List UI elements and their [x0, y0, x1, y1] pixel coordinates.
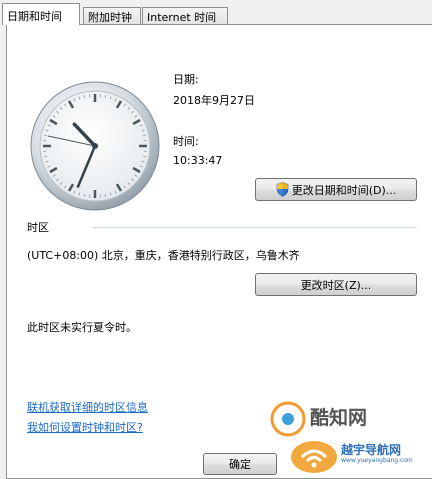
minute-tick	[142, 134, 146, 137]
minute-tick	[44, 155, 48, 158]
change-timezone-button[interactable]: 更改时区(Z)...	[255, 273, 417, 296]
timezone-heading: 时区	[27, 221, 49, 234]
uac-shield-icon	[276, 182, 289, 197]
online-timezone-info-link[interactable]: 联机获取详细的时区信息	[27, 399, 148, 415]
minute-tick	[142, 155, 146, 158]
minute-tick	[83, 193, 86, 197]
change-timezone-label: 更改时区(Z)...	[300, 278, 372, 292]
minute-tick	[104, 193, 107, 197]
time-value: 10:33:47	[173, 154, 223, 167]
minute-tick	[83, 95, 86, 99]
date-time-panel: 日期: 2018年9月27日 时间: 10:33:47 更改日期和时间(D)..…	[6, 24, 432, 479]
timezone-separator	[93, 227, 417, 228]
minute-tick	[44, 134, 48, 137]
watermark-site-cn: 越宇导航网	[341, 443, 402, 457]
dst-note: 此时区未实行夏令时。	[27, 321, 137, 334]
tab-date-time[interactable]: 日期和时间	[2, 3, 80, 25]
date-value: 2018年9月27日	[173, 94, 255, 107]
ok-label: 确定	[229, 458, 251, 471]
date-label: 日期:	[173, 73, 199, 86]
wifi-logo-icon	[291, 441, 337, 473]
analog-clock	[30, 81, 160, 211]
minute-tick	[104, 95, 107, 99]
how-to-set-clock-link[interactable]: 我如何设置时钟和时区?	[27, 419, 143, 435]
change-date-time-label: 更改日期和时间(D)...	[291, 183, 397, 197]
timezone-value: (UTC+08:00) 北京，重庆，香港特别行政区，乌鲁木齐	[27, 249, 300, 262]
watermark-brand: 酷知网	[310, 407, 368, 429]
tab-internet-time[interactable]: Internet 时间	[142, 7, 228, 24]
watermark-site-url: www.yueyangbang.com	[341, 457, 413, 464]
time-label: 时间:	[173, 135, 199, 148]
tab-strip: 日期和时间 附加时钟 Internet 时间	[0, 0, 432, 25]
ok-button[interactable]: 确定	[203, 453, 277, 475]
brand-logo-icon	[270, 401, 306, 437]
tab-additional-clocks[interactable]: 附加时钟	[83, 7, 141, 24]
change-date-time-button[interactable]: 更改日期和时间(D)...	[255, 178, 417, 201]
